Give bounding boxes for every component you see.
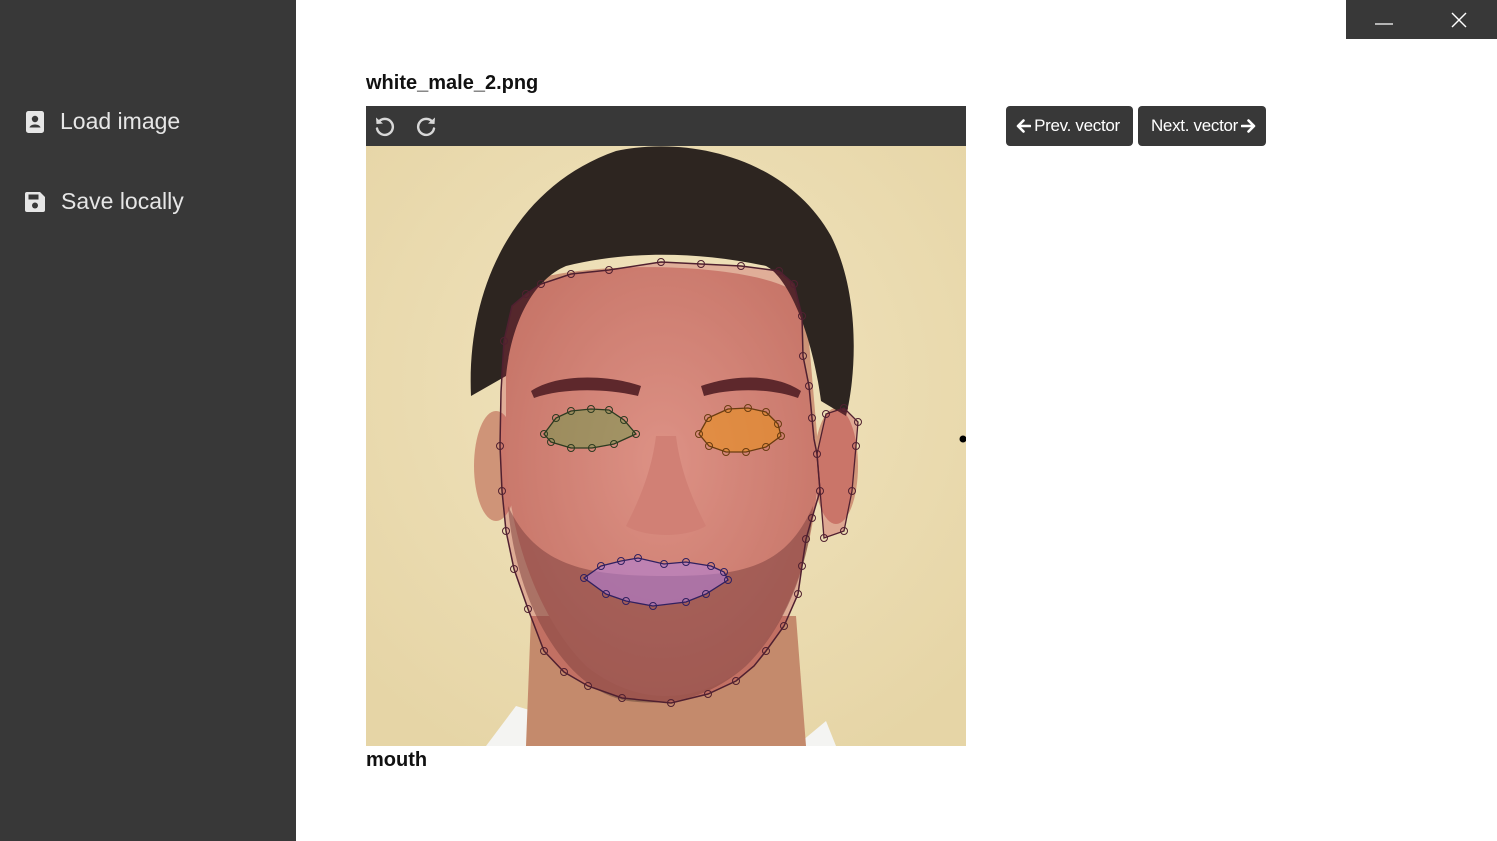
- prev-vector-button[interactable]: Prev. vector: [1006, 106, 1133, 146]
- floppy-disk-icon: [24, 190, 46, 214]
- sidebar: Load image Save locally: [0, 0, 296, 841]
- image-filename: white_male_2.png: [366, 72, 539, 94]
- prev-vector-label: Prev. vector: [1034, 116, 1120, 135]
- minimize-icon: [1374, 22, 1393, 25]
- annotation-canvas[interactable]: [366, 146, 966, 746]
- save-locally-label: Save locally: [61, 188, 184, 214]
- close-icon: [1451, 12, 1466, 27]
- save-locally-button[interactable]: Save locally: [24, 188, 184, 215]
- load-image-button[interactable]: Load image: [24, 108, 180, 135]
- window-controls: [1346, 0, 1497, 39]
- arrow-right-icon: [1241, 119, 1256, 133]
- next-vector-button[interactable]: Next. vector: [1138, 106, 1266, 146]
- redo-button[interactable]: [414, 114, 438, 138]
- close-button[interactable]: [1421, 0, 1496, 39]
- current-vector-label: mouth: [366, 749, 428, 771]
- arrow-left-icon: [1016, 119, 1032, 133]
- minimize-button[interactable]: [1346, 0, 1421, 39]
- redo-icon: [416, 117, 436, 137]
- next-vector-label: Next. vector: [1150, 116, 1239, 135]
- image-toolbar: [366, 106, 966, 146]
- face-region[interactable]: [499, 261, 821, 704]
- load-image-label: Load image: [60, 108, 181, 134]
- undo-icon: [375, 117, 395, 137]
- undo-button[interactable]: [373, 114, 397, 138]
- contact-card-icon: [24, 110, 46, 134]
- face-image: [366, 146, 966, 746]
